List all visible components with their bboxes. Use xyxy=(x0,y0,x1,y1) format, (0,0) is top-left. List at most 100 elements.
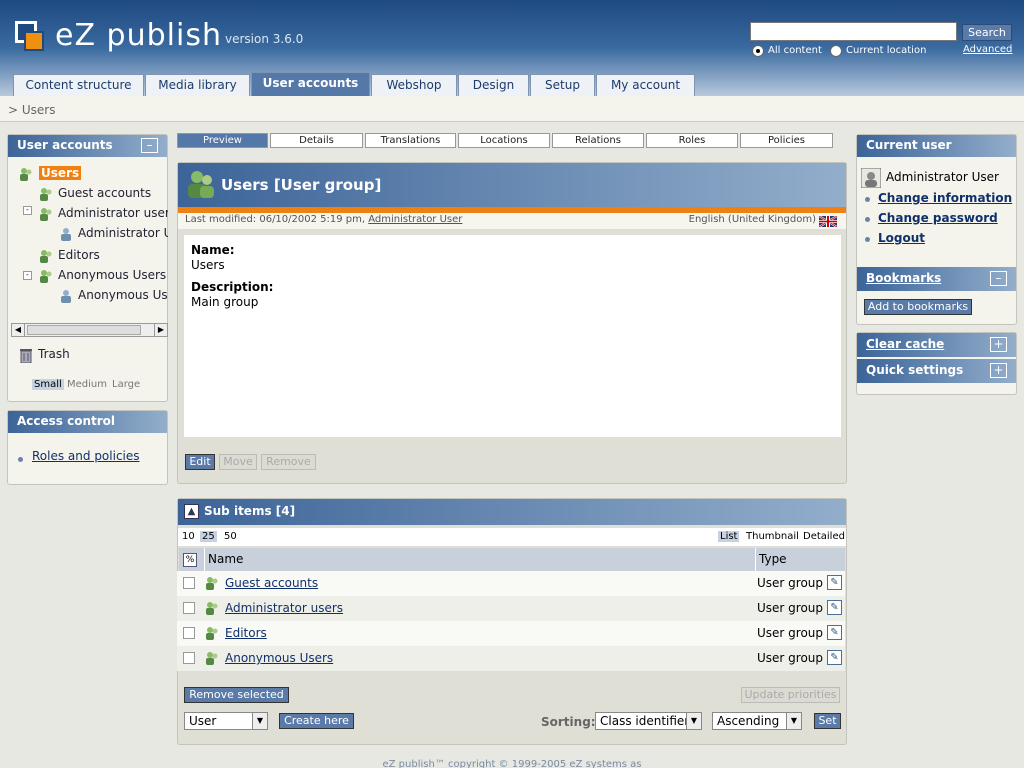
bullet-icon xyxy=(865,197,870,202)
tools-panel: Clear cache + Quick settings + xyxy=(856,332,1017,395)
tree-item-administrator-user[interactable]: Administrator U xyxy=(78,226,168,240)
row-name-link[interactable]: Administrator users xyxy=(225,601,343,615)
row-checkbox[interactable] xyxy=(183,577,195,589)
subtab-locations[interactable]: Locations xyxy=(458,133,550,148)
tab-user-accounts[interactable]: User accounts xyxy=(251,72,370,96)
subtab-relations[interactable]: Relations xyxy=(552,133,644,148)
roles-and-policies-link[interactable]: Roles and policies xyxy=(32,449,140,463)
tree-item-users[interactable]: Users xyxy=(39,166,82,180)
expand-button[interactable]: + xyxy=(990,337,1007,352)
bookmarks-title: Bookmarks xyxy=(866,271,942,285)
tree-item-editors[interactable]: Editors xyxy=(58,248,100,262)
update-priorities-button[interactable]: Update priorities xyxy=(741,687,840,703)
limit-50[interactable]: 50 xyxy=(224,531,237,542)
table-row: Guest accounts User group ✎ xyxy=(177,571,845,596)
row-name-link[interactable]: Anonymous Users xyxy=(225,651,333,665)
change-password-link[interactable]: Change password xyxy=(878,211,998,225)
radio-all-content[interactable] xyxy=(752,45,764,57)
main-content-panel: Users [User group] Last modified: 06/10/… xyxy=(177,162,847,484)
set-sort-button[interactable]: Set xyxy=(814,713,841,729)
edit-pencil-icon[interactable]: ✎ xyxy=(827,650,842,665)
view-thumbnail[interactable]: Thumbnail xyxy=(746,531,799,542)
description-label: Description: xyxy=(191,280,274,294)
scroll-thumb[interactable] xyxy=(27,325,141,335)
tree-item-anonymous-user[interactable]: Anonymous Us xyxy=(78,288,168,302)
footer-copyright: eZ publish™ copyright © 1999-2005 eZ sys… xyxy=(382,759,642,768)
limit-10[interactable]: 10 xyxy=(182,531,195,542)
access-control-header: Access control xyxy=(8,411,167,433)
subtab-roles[interactable]: Roles xyxy=(646,133,738,148)
edit-button[interactable]: Edit xyxy=(185,454,215,470)
move-button[interactable]: Move xyxy=(219,454,257,470)
bullet-icon xyxy=(18,457,23,462)
advanced-search-link[interactable]: Advanced xyxy=(963,44,1012,55)
logout-link[interactable]: Logout xyxy=(878,231,925,245)
tab-design[interactable]: Design xyxy=(458,74,529,96)
chevron-down-icon: ▼ xyxy=(686,713,701,729)
sort-order-value: Ascending xyxy=(717,714,780,728)
collapse-button[interactable]: – xyxy=(990,271,1007,286)
scroll-right-icon[interactable]: ▶ xyxy=(154,324,167,336)
size-large[interactable]: Large xyxy=(112,379,140,390)
tab-media-library[interactable]: Media library xyxy=(145,74,250,96)
tree-item-anonymous-users[interactable]: Anonymous Users xyxy=(58,268,168,282)
radio-current-location[interactable] xyxy=(830,45,842,57)
trash-link[interactable]: Trash xyxy=(38,347,70,361)
tab-content-structure[interactable]: Content structure xyxy=(13,74,144,96)
language-label: English (United Kingdom) xyxy=(688,214,816,225)
edit-pencil-icon[interactable]: ✎ xyxy=(827,625,842,640)
row-name-link[interactable]: Editors xyxy=(225,626,267,640)
row-checkbox[interactable] xyxy=(183,627,195,639)
tab-my-account[interactable]: My account xyxy=(596,74,695,96)
sort-order-select[interactable]: Ascending ▼ xyxy=(712,712,802,730)
row-type: User group xyxy=(757,626,824,640)
tree-collapse-icon[interactable]: - xyxy=(23,271,32,280)
table-row: Editors User group ✎ xyxy=(177,621,845,646)
row-checkbox[interactable] xyxy=(183,602,195,614)
subtab-translations[interactable]: Translations xyxy=(365,133,456,148)
subtab-preview[interactable]: Preview xyxy=(177,133,268,148)
bullet-icon xyxy=(865,237,870,242)
change-information-link[interactable]: Change information xyxy=(878,191,1012,205)
tree-item-guest-accounts[interactable]: Guest accounts xyxy=(58,186,151,200)
search-input[interactable] xyxy=(750,22,957,41)
row-checkbox[interactable] xyxy=(183,652,195,664)
tree-collapse-icon[interactable]: - xyxy=(23,206,32,215)
add-to-bookmarks-button[interactable]: Add to bookmarks xyxy=(864,299,972,315)
access-control-panel: Access control Roles and policies xyxy=(7,410,168,485)
user-group-icon xyxy=(206,577,218,590)
remove-selected-button[interactable]: Remove selected xyxy=(184,687,289,703)
tree-scrollbar[interactable]: ◀ ▶ xyxy=(11,323,168,337)
name-value: Users xyxy=(191,258,225,272)
size-medium[interactable]: Medium xyxy=(67,379,107,390)
remove-button[interactable]: Remove xyxy=(261,454,316,470)
view-detailed[interactable]: Detailed xyxy=(803,531,845,542)
subtab-policies[interactable]: Policies xyxy=(740,133,833,148)
size-small[interactable]: Small xyxy=(32,379,64,390)
row-name-link[interactable]: Guest accounts xyxy=(225,576,318,590)
scroll-left-icon[interactable]: ◀ xyxy=(12,324,25,336)
expand-button[interactable]: + xyxy=(990,363,1007,378)
modified-line: Last modified: 06/10/2002 5:19 pm, Admin… xyxy=(178,213,846,229)
tree-item-administrator-users[interactable]: Administrator users xyxy=(58,206,168,220)
edit-pencil-icon[interactable]: ✎ xyxy=(827,575,842,590)
access-control-title: Access control xyxy=(17,414,116,428)
tab-setup[interactable]: Setup xyxy=(530,74,595,96)
user-group-icon xyxy=(188,171,214,198)
collapse-button[interactable]: – xyxy=(141,138,158,153)
subtab-details[interactable]: Details xyxy=(270,133,363,148)
class-select[interactable]: User ▼ xyxy=(184,712,268,730)
create-here-button[interactable]: Create here xyxy=(279,713,354,729)
limit-25[interactable]: 25 xyxy=(200,531,217,542)
user-group-icon xyxy=(20,168,32,181)
up-arrow-icon[interactable]: ▲ xyxy=(184,504,199,519)
edit-pencil-icon[interactable]: ✎ xyxy=(827,600,842,615)
invert-selection-icon[interactable]: % xyxy=(183,553,197,567)
tab-webshop[interactable]: Webshop xyxy=(371,74,457,96)
sort-field-select[interactable]: Class identifier ▼ xyxy=(595,712,702,730)
trash-icon xyxy=(20,349,32,363)
modified-by-link[interactable]: Administrator User xyxy=(368,214,462,225)
sub-items-header: Sub items [4] xyxy=(178,499,846,525)
search-button[interactable]: Search xyxy=(962,24,1012,41)
view-list[interactable]: List xyxy=(718,531,740,542)
